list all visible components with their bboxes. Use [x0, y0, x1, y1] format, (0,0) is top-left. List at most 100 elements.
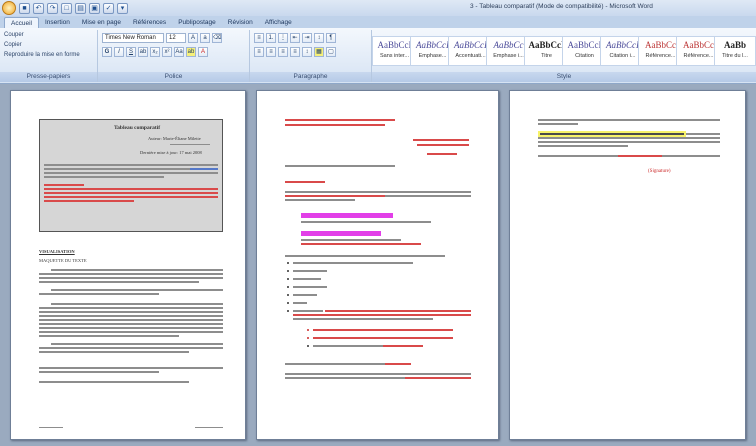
revision-line [285, 124, 385, 126]
revision-line [44, 192, 218, 194]
text-line [385, 195, 471, 197]
text-line [285, 363, 385, 365]
tab-accueil[interactable]: Accueil [4, 17, 39, 28]
text-line [39, 293, 159, 295]
text-line [39, 273, 223, 275]
window-title: 3 - Tableau comparatif (Mode de compatib… [470, 3, 653, 10]
new-document-icon[interactable]: □ [61, 2, 72, 14]
revision-line [44, 184, 84, 186]
tab-references[interactable]: Références [127, 17, 172, 28]
text-line [39, 331, 223, 333]
style-tile[interactable]: AaBb Titre du l... [714, 36, 756, 66]
revision-line [618, 155, 662, 157]
paragraph-group-label: Paragraphe [250, 72, 371, 82]
shading-icon[interactable]: ▦ [314, 47, 324, 57]
borders-icon[interactable]: ▢ [326, 47, 336, 57]
office-button-icon[interactable] [2, 1, 16, 15]
shrink-font-icon[interactable]: a [200, 33, 210, 43]
open-icon[interactable]: ▤ [75, 2, 86, 14]
highlight-color-icon[interactable]: ab [186, 47, 196, 57]
text-line [51, 289, 223, 291]
bullets-icon[interactable]: ≡ [254, 33, 264, 43]
multilevel-list-icon[interactable]: ⋮ [278, 33, 288, 43]
align-left-icon[interactable]: ≡ [254, 47, 264, 57]
text-line [301, 239, 401, 241]
document-area[interactable]: Tableau comparatif Auteur: Marie-Éliane … [0, 84, 756, 446]
subsection-heading: MAQUETTE DU TEXTE [39, 258, 87, 263]
page-1[interactable]: Tableau comparatif Auteur: Marie-Éliane … [10, 90, 246, 440]
title-bar: ■ ↶ ↷ □ ▤ ▣ ✓ ▾ 3 - Tableau comparatif (… [0, 0, 756, 16]
text-line [39, 323, 223, 325]
text-line [293, 310, 323, 312]
revision-line [413, 139, 469, 141]
date-line: Dernière mise à jour: 17 mai 2008 [140, 150, 202, 155]
copy-button[interactable]: Copier [4, 42, 22, 48]
customize-icon[interactable]: ▾ [117, 2, 128, 14]
text-line [686, 133, 720, 135]
revision-line [44, 188, 218, 190]
page-2[interactable] [256, 90, 499, 440]
show-formatting-icon[interactable]: ¶ [326, 33, 336, 43]
undo-icon[interactable]: ↶ [33, 2, 44, 14]
revision-line [385, 363, 411, 365]
change-case-icon[interactable]: Aa [174, 47, 184, 57]
justify-icon[interactable]: ≡ [290, 47, 300, 57]
list-bullet [287, 302, 289, 304]
text-line [540, 133, 684, 135]
subscript-icon[interactable]: x₂ [150, 47, 160, 57]
text-line [51, 303, 223, 305]
tab-affichage[interactable]: Affichage [259, 17, 298, 28]
revision-line [44, 200, 134, 202]
text-line [39, 307, 223, 309]
revision-line [427, 153, 457, 155]
strikethrough-icon[interactable]: ab [138, 47, 148, 57]
font-size-dropdown[interactable]: 12 [166, 33, 186, 43]
text-line [538, 123, 578, 125]
sort-icon[interactable]: ↕ [314, 33, 324, 43]
clear-formatting-icon[interactable]: ⌫ [212, 33, 222, 43]
text-line [39, 277, 223, 279]
italic-icon[interactable]: I [114, 47, 124, 57]
font-name-dropdown[interactable]: Times New Roman [102, 33, 164, 43]
spelling-icon[interactable]: ✓ [103, 2, 114, 14]
page-3[interactable]: (Signature) [509, 90, 746, 440]
align-right-icon[interactable]: ≡ [278, 47, 288, 57]
cut-button[interactable]: Couper [4, 32, 24, 38]
print-preview-icon[interactable]: ▣ [89, 2, 100, 14]
tab-insertion[interactable]: Insertion [39, 17, 76, 28]
ribbon-tabs: Accueil Insertion Mise en page Référence… [0, 16, 756, 28]
superscript-icon[interactable]: x² [162, 47, 172, 57]
list-bullet [287, 294, 289, 296]
text-line [39, 335, 179, 337]
font-color-icon[interactable]: A [198, 47, 208, 57]
clipboard-group-label: Presse-papiers [0, 72, 97, 82]
tab-publipostage[interactable]: Publipostage [172, 17, 222, 28]
text-line [285, 191, 471, 193]
save-icon[interactable]: ■ [19, 2, 30, 14]
text-line [285, 255, 445, 257]
bold-icon[interactable]: G [102, 47, 112, 57]
text-line [285, 373, 471, 375]
line-spacing-icon[interactable]: ↕ [302, 47, 312, 57]
text-line [293, 270, 327, 272]
magenta-highlight [301, 213, 393, 218]
tab-mise-en-page[interactable]: Mise en page [76, 17, 127, 28]
text-line [44, 164, 218, 166]
decrease-indent-icon[interactable]: ⇤ [290, 33, 300, 43]
text-line [538, 137, 720, 139]
text-line [538, 119, 720, 121]
text-line [285, 377, 405, 379]
redo-icon[interactable]: ↷ [47, 2, 58, 14]
format-painter-button[interactable]: Reproduire la mise en forme [4, 52, 80, 58]
grow-font-icon[interactable]: A [188, 33, 198, 43]
list-bullet [307, 337, 309, 339]
align-center-icon[interactable]: ≡ [266, 47, 276, 57]
underline-icon[interactable]: S [126, 47, 136, 57]
tab-revision[interactable]: Révision [222, 17, 259, 28]
text-line [39, 311, 223, 313]
text-line [293, 286, 327, 288]
text-line [39, 371, 159, 373]
increase-indent-icon[interactable]: ⇥ [302, 33, 312, 43]
list-bullet [287, 310, 289, 312]
numbering-icon[interactable]: 1. [266, 33, 276, 43]
